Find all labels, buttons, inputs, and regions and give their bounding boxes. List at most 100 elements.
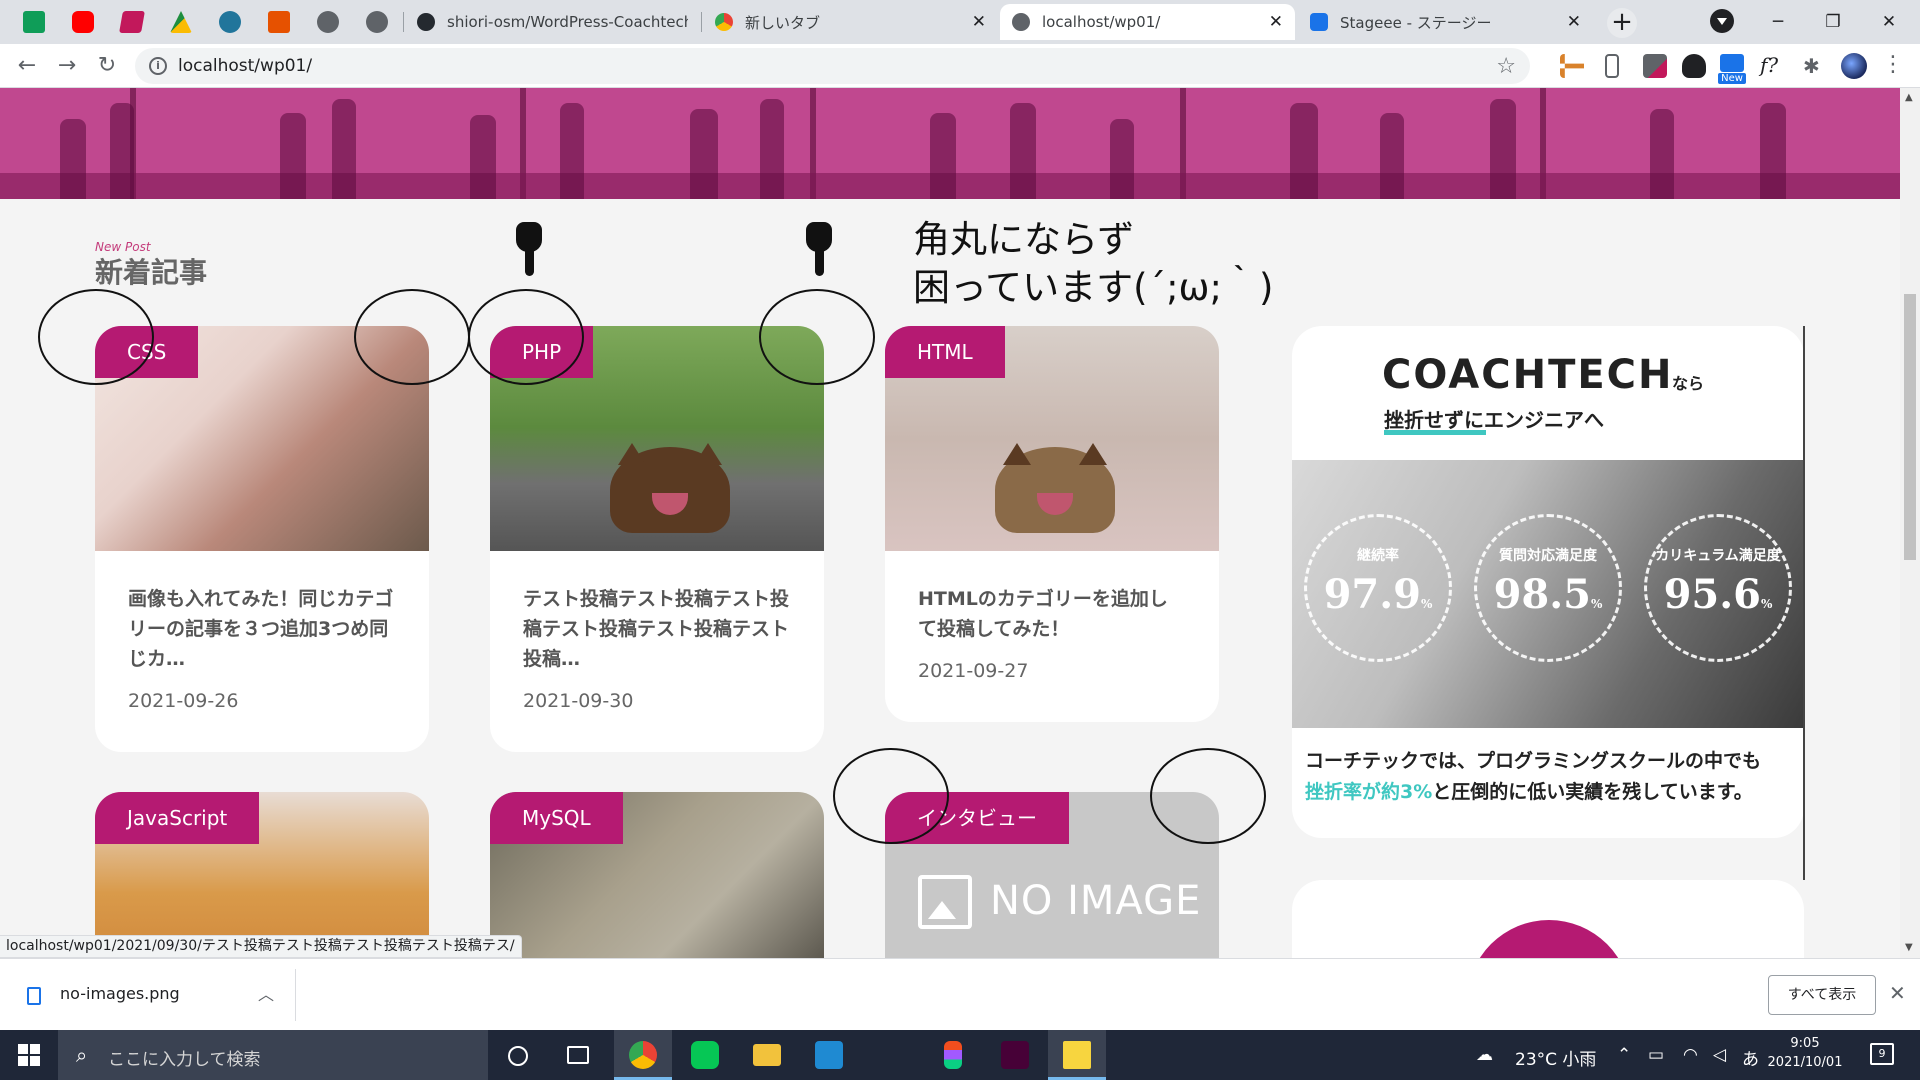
font-finder-extension-icon[interactable]: f? [1760,53,1778,77]
task-view-icon[interactable] [567,1046,589,1064]
taskbar-vscode[interactable] [800,1030,858,1080]
reload-icon[interactable]: ↻ [91,50,123,82]
google-sheets-icon [23,11,45,33]
post-title[interactable]: 画像も入れてみた！同じカテゴリーの記事を３つ追加3つめ同じカ… [128,584,396,674]
clock-time: 9:05 [1790,1036,1820,1051]
cortana-icon[interactable] [508,1046,528,1066]
post-card-html[interactable]: HTML HTMLのカテゴリーを追加して投稿してみた！ 2021-09-27 [885,326,1219,722]
new-badge: New [1718,73,1746,84]
battery-icon[interactable]: ▭ [1648,1045,1664,1065]
category-badge[interactable]: JavaScript [95,792,260,844]
forward-arrow-icon[interactable]: → [51,50,83,82]
bookmark-extension-icon[interactable] [1605,54,1619,78]
post-title[interactable]: テスト投稿テスト投稿テスト投稿テスト投稿テスト投稿テスト投稿… [523,584,791,674]
folder-icon [753,1044,781,1066]
windows-start-icon[interactable] [18,1044,40,1066]
address-url[interactable]: localhost/wp01/ [178,56,312,76]
new-extension-icon[interactable]: New [1718,54,1746,84]
minimize-button[interactable]: ─ [1755,6,1801,38]
category-badge[interactable]: MySQL [490,792,623,844]
hero-leg [1650,109,1674,199]
close-tab-icon[interactable]: ✕ [972,12,986,32]
tab-stageee[interactable]: Stageee - ステージー ✕ [1298,4,1593,40]
back-arrow-icon[interactable]: ← [11,50,43,82]
hero-leg [470,115,496,199]
ad-photo: 継続率 97.9% 質問対応満足度 98.5% カリキュラム満足度 95.6% [1292,460,1804,728]
scroll-down-icon[interactable]: ▼ [1905,942,1913,953]
taskbar-sticky-notes[interactable] [1048,1030,1106,1080]
new-tab-button[interactable]: + [1607,8,1637,38]
hero-leg [1110,119,1134,199]
tab-title: Stageee - ステージー [1340,13,1492,32]
taskbar-search[interactable]: ⌕ ここに入力して検索 [58,1030,488,1080]
sidebar-ad-coachtech[interactable]: COACHTECH なら 挫折せずにエンジニアへ 継続率 97.9% 質問対応満… [1292,326,1804,838]
pinned-tab-globe-2[interactable] [357,4,397,40]
link-status-url: localhost/wp01/2021/09/30/テスト投稿テスト投稿テスト投… [0,935,522,958]
taskbar-chrome[interactable] [614,1030,672,1080]
eyedropper-extension-icon[interactable] [1643,54,1667,78]
wordpress-icon [219,11,241,33]
close-icon[interactable]: ✕ [1889,981,1906,1005]
weather-cloud-icon[interactable]: ☁ [1476,1045,1493,1065]
laurel-wreath-icon: カリキュラム満足度 95.6% [1644,514,1792,662]
tab-new-tab[interactable]: 新しいタブ ✕ [703,4,998,40]
browser-menu-icon[interactable]: ⋮ [1882,52,1904,77]
download-filename[interactable]: no-images.png [60,984,180,1003]
pinned-tab-wordpress[interactable] [210,4,250,40]
bookmark-star-icon[interactable]: ☆ [1496,54,1516,79]
taskbar-figma[interactable] [924,1030,982,1080]
pinned-tab-drive[interactable] [161,4,201,40]
scrollbar-thumb[interactable] [1904,294,1916,560]
taskbar-line[interactable] [676,1030,734,1080]
scroll-up-icon[interactable]: ▲ [1905,92,1913,103]
info-icon[interactable]: i [149,57,167,75]
page-scrollbar[interactable]: ▲ ▼ [1900,88,1920,958]
hero-leg [1760,103,1786,199]
category-badge[interactable]: HTML [885,326,1005,378]
maximize-button[interactable]: ❐ [1810,6,1856,38]
post-card-mysql[interactable]: MySQL [490,792,824,958]
tab-localhost[interactable]: localhost/wp01/ ✕ [1000,4,1295,40]
post-card-php[interactable]: PHP テスト投稿テスト投稿テスト投稿テスト投稿テスト投稿テスト投稿… 2021… [490,326,824,752]
octocat-extension-icon[interactable] [1682,54,1706,78]
tagline-highlight [1384,430,1486,435]
vscode-icon [815,1041,843,1069]
stat-label: 継続率 [1357,548,1399,564]
pinned-tab-html[interactable] [259,4,299,40]
wifi-icon[interactable]: ◠ [1683,1045,1698,1065]
hero-leg [930,113,956,199]
extensions-puzzle-icon[interactable]: ✱ [1803,54,1820,78]
post-title[interactable]: HTMLのカテゴリーを追加して投稿してみた！ [918,584,1186,644]
system-clock[interactable]: 9:05 2021/10/01 [1760,1034,1850,1072]
taskbar-xd[interactable] [986,1030,1044,1080]
hero-leg [760,99,784,199]
show-all-button[interactable]: すべて表示 [1768,975,1876,1015]
tab-search-icon[interactable] [1710,9,1734,33]
cat-mouth [1037,493,1073,515]
close-tab-icon[interactable]: ✕ [1567,12,1581,32]
taskbar-explorer[interactable] [738,1030,796,1080]
notification-center-icon[interactable]: 9 [1870,1043,1894,1065]
pinned-tab-globe-1[interactable] [308,4,348,40]
close-tab-icon[interactable]: ✕ [1269,12,1283,32]
weather-text[interactable]: 23°C 小雨 [1515,1045,1596,1070]
show-hidden-icons[interactable]: ⌃ [1617,1045,1631,1065]
stat-value: 97.9% [1323,571,1433,618]
hero-leg [690,109,718,199]
tab-github[interactable]: shiori-osm/WordPress-Coachtech [405,4,700,40]
profile-avatar[interactable] [1841,53,1867,79]
post-card-javascript[interactable]: JavaScript [95,792,429,958]
close-window-button[interactable]: ✕ [1866,6,1912,38]
address-bar[interactable]: i localhost/wp01/ ☆ [135,48,1530,84]
extension-icon[interactable] [1560,54,1584,78]
ime-indicator[interactable]: あ [1742,1045,1759,1070]
chevron-up-icon[interactable]: ︿ [258,981,274,1005]
post-card-css[interactable]: CSS 画像も入れてみた！同じカテゴリーの記事を３つ追加3つめ同じカ… 2021… [95,326,429,752]
hero-leg [560,103,584,199]
shelf-divider [295,969,296,1021]
pinned-tab-sheets[interactable] [14,4,54,40]
pointing-finger-icon [516,222,542,276]
pinned-tab-youtube[interactable] [63,4,103,40]
volume-icon[interactable]: ◁ [1713,1045,1726,1065]
pinned-tab-bookmark-app[interactable] [112,4,152,40]
